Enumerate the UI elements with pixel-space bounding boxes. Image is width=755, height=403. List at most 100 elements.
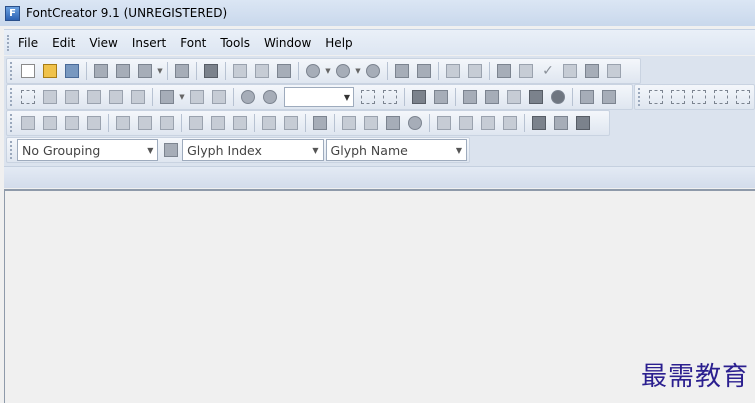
chevron-down-icon[interactable]: ▼ <box>324 67 332 75</box>
align-left-button[interactable] <box>112 112 134 134</box>
bring-forward-button[interactable] <box>39 112 61 134</box>
scatter-button[interactable] <box>360 112 382 134</box>
toolbar-grip[interactable] <box>10 62 14 80</box>
pen-tool-button[interactable] <box>105 86 127 108</box>
union-button[interactable] <box>528 112 550 134</box>
menu-file[interactable]: File <box>11 31 45 55</box>
grid-button[interactable] <box>645 86 667 108</box>
measure-tool-button[interactable] <box>83 86 105 108</box>
next-glyph-button[interactable] <box>598 86 620 108</box>
zoom-out-button[interactable] <box>259 86 281 108</box>
guidelines-button[interactable] <box>667 86 689 108</box>
menu-insert[interactable]: Insert <box>125 31 173 55</box>
bring-to-front-button[interactable] <box>17 112 39 134</box>
percent-button[interactable] <box>186 86 208 108</box>
transform-button[interactable] <box>309 112 331 134</box>
bring-to-front-icon <box>21 116 35 130</box>
intersect-button[interactable] <box>550 112 572 134</box>
align-right-button[interactable] <box>156 112 178 134</box>
hand-tool-button[interactable] <box>61 86 83 108</box>
redo-button[interactable] <box>332 60 354 82</box>
undo-button[interactable] <box>302 60 324 82</box>
background-image-button[interactable] <box>459 86 481 108</box>
image-tool-button[interactable] <box>156 86 178 108</box>
snap-button[interactable] <box>689 86 711 108</box>
send-backward-button[interactable] <box>61 112 83 134</box>
kerning-button[interactable] <box>515 60 537 82</box>
cursor-info-button[interactable] <box>603 60 625 82</box>
ellipse-tool-button[interactable] <box>547 86 569 108</box>
export-button[interactable] <box>134 60 156 82</box>
align-top-button[interactable] <box>185 112 207 134</box>
select-tool-button[interactable] <box>17 86 39 108</box>
menu-tools[interactable]: Tools <box>213 31 257 55</box>
zoom-in-button[interactable] <box>237 86 259 108</box>
menu-window[interactable]: Window <box>257 31 318 55</box>
eraser-button[interactable] <box>338 112 360 134</box>
print-button[interactable] <box>171 60 193 82</box>
find-button[interactable] <box>200 60 222 82</box>
copy-button[interactable] <box>251 60 273 82</box>
menu-view[interactable]: View <box>82 31 124 55</box>
rectangle-tool-button[interactable] <box>525 86 547 108</box>
preview-button[interactable] <box>493 60 515 82</box>
paste-button[interactable] <box>273 60 295 82</box>
subtract-button[interactable] <box>572 112 594 134</box>
grouping-settings-button[interactable] <box>160 139 182 161</box>
toolbar-grip[interactable] <box>10 114 14 132</box>
open-button[interactable] <box>39 60 61 82</box>
line-tool-button[interactable] <box>503 86 525 108</box>
font-properties-button[interactable] <box>391 60 413 82</box>
skew-button[interactable] <box>433 112 455 134</box>
fill-tool-button[interactable] <box>127 86 149 108</box>
zoom-fit-button[interactable] <box>357 86 379 108</box>
align-center-button[interactable] <box>134 112 156 134</box>
toolbar-grip[interactable] <box>10 141 14 159</box>
triangle-tool-button[interactable] <box>408 86 430 108</box>
glyph-index-combo[interactable]: Glyph Index ▼ <box>182 139 324 161</box>
flip-vertical-button[interactable] <box>477 112 499 134</box>
node-tool-button[interactable] <box>430 86 452 108</box>
menu-font[interactable]: Font <box>173 31 213 55</box>
fontcreator-app-icon[interactable]: F <box>5 5 20 21</box>
font-size-button[interactable] <box>208 86 230 108</box>
grouping-combo[interactable]: No Grouping ▼ <box>16 139 159 161</box>
rotate-button[interactable] <box>499 112 521 134</box>
distribute-horizontal-button[interactable] <box>258 112 280 134</box>
menu-help[interactable]: Help <box>318 31 359 55</box>
menu-edit[interactable]: Edit <box>45 31 82 55</box>
save-button[interactable] <box>90 60 112 82</box>
toolbar-grip[interactable] <box>10 88 14 106</box>
lasso-tool-button[interactable] <box>39 86 61 108</box>
validate-button[interactable] <box>442 60 464 82</box>
toolbar-grip[interactable] <box>638 88 642 106</box>
send-to-back-button[interactable] <box>83 112 105 134</box>
new-button[interactable] <box>17 60 39 82</box>
align-middle-button[interactable] <box>207 112 229 134</box>
font-settings-button[interactable] <box>413 60 435 82</box>
save-all-button[interactable] <box>112 60 134 82</box>
zoom-combo[interactable]: ▼ <box>284 87 354 107</box>
glyph-font-button[interactable] <box>481 86 503 108</box>
open-project-button[interactable] <box>61 60 83 82</box>
refresh-button[interactable] <box>362 60 384 82</box>
previous-glyph-button[interactable] <box>576 86 598 108</box>
zoom-window-button[interactable] <box>379 86 401 108</box>
chevron-down-icon[interactable]: ▼ <box>354 67 362 75</box>
effects-button[interactable] <box>404 112 426 134</box>
flip-horizontal-button[interactable] <box>455 112 477 134</box>
glyph-name-combo[interactable]: Glyph Name ▼ <box>325 139 467 161</box>
correct-direction-button[interactable] <box>382 112 404 134</box>
bounding-box-button[interactable] <box>710 86 732 108</box>
separator <box>572 88 573 106</box>
align-bottom-button[interactable] <box>229 112 251 134</box>
cut-button[interactable] <box>229 60 251 82</box>
distribute-vertical-button[interactable] <box>280 112 302 134</box>
check-button[interactable]: ✓ <box>537 60 559 82</box>
glyph-properties-button[interactable] <box>559 60 581 82</box>
test-font-button[interactable] <box>464 60 486 82</box>
chevron-down-icon[interactable]: ▼ <box>178 93 186 101</box>
chevron-down-icon[interactable]: ▼ <box>156 67 164 75</box>
image-button[interactable] <box>581 60 603 82</box>
metrics-button[interactable] <box>732 86 754 108</box>
